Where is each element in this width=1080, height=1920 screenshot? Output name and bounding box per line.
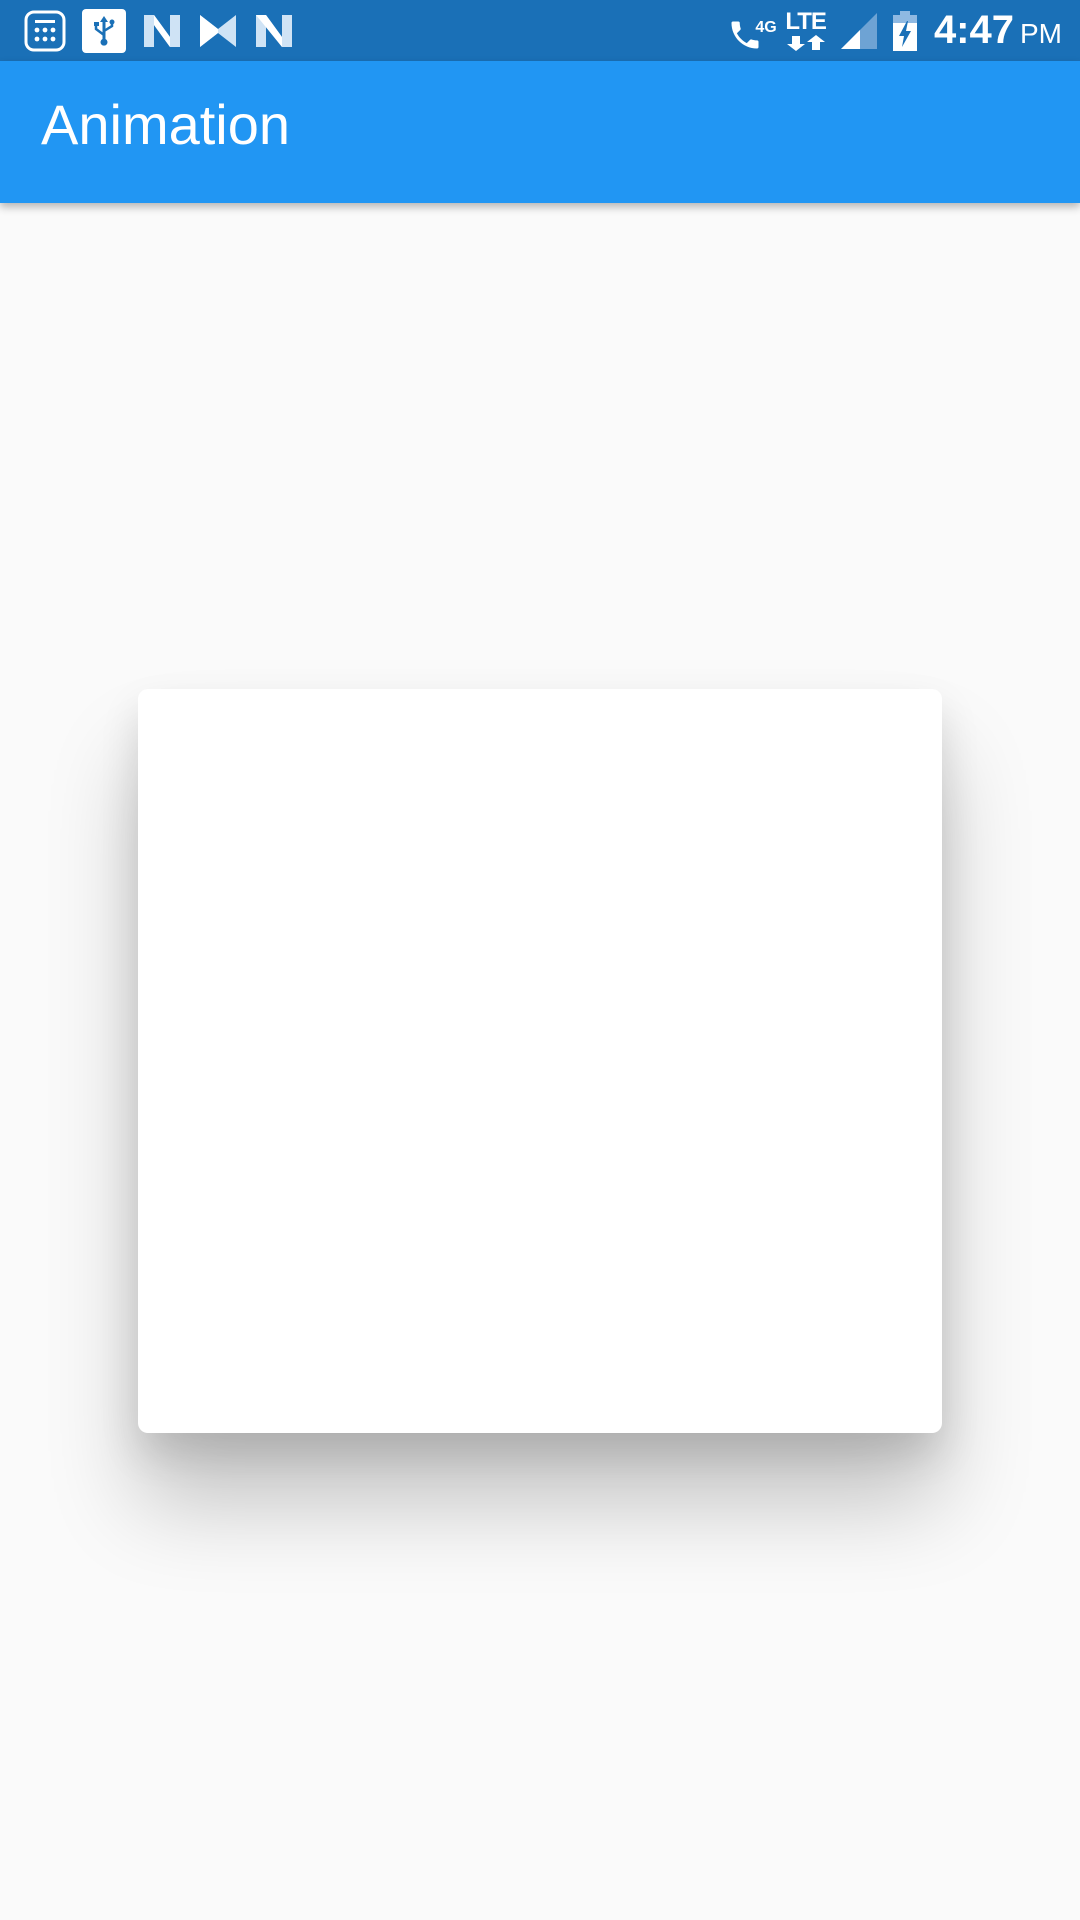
usb-icon <box>82 8 126 53</box>
app-bar: Animation <box>0 61 1080 203</box>
page-title: Animation <box>41 93 291 156</box>
calculator-icon <box>24 10 66 52</box>
wifi-call-icon: 4G <box>727 9 777 53</box>
n-logo-icon <box>142 13 182 49</box>
animated-card <box>138 689 942 1433</box>
clock-ampm: PM <box>1020 18 1062 49</box>
status-bar: 4G LTE 4:47 PM <box>0 0 1080 61</box>
signal-icon <box>840 12 878 50</box>
lte-label: LTE <box>785 7 827 35</box>
battery-charging-icon <box>892 10 918 51</box>
status-clock: 4:47 PM <box>934 8 1062 53</box>
status-left-icons <box>24 0 310 61</box>
clock-time: 4:47 <box>933 8 1014 52</box>
n-logo-icon <box>254 13 294 49</box>
n-logo-icon <box>198 13 238 49</box>
network-type-label: 4G <box>755 18 777 36</box>
lte-data-icon: LTE <box>785 7 827 52</box>
status-right-icons: 4G LTE 4:47 PM <box>713 0 1062 61</box>
